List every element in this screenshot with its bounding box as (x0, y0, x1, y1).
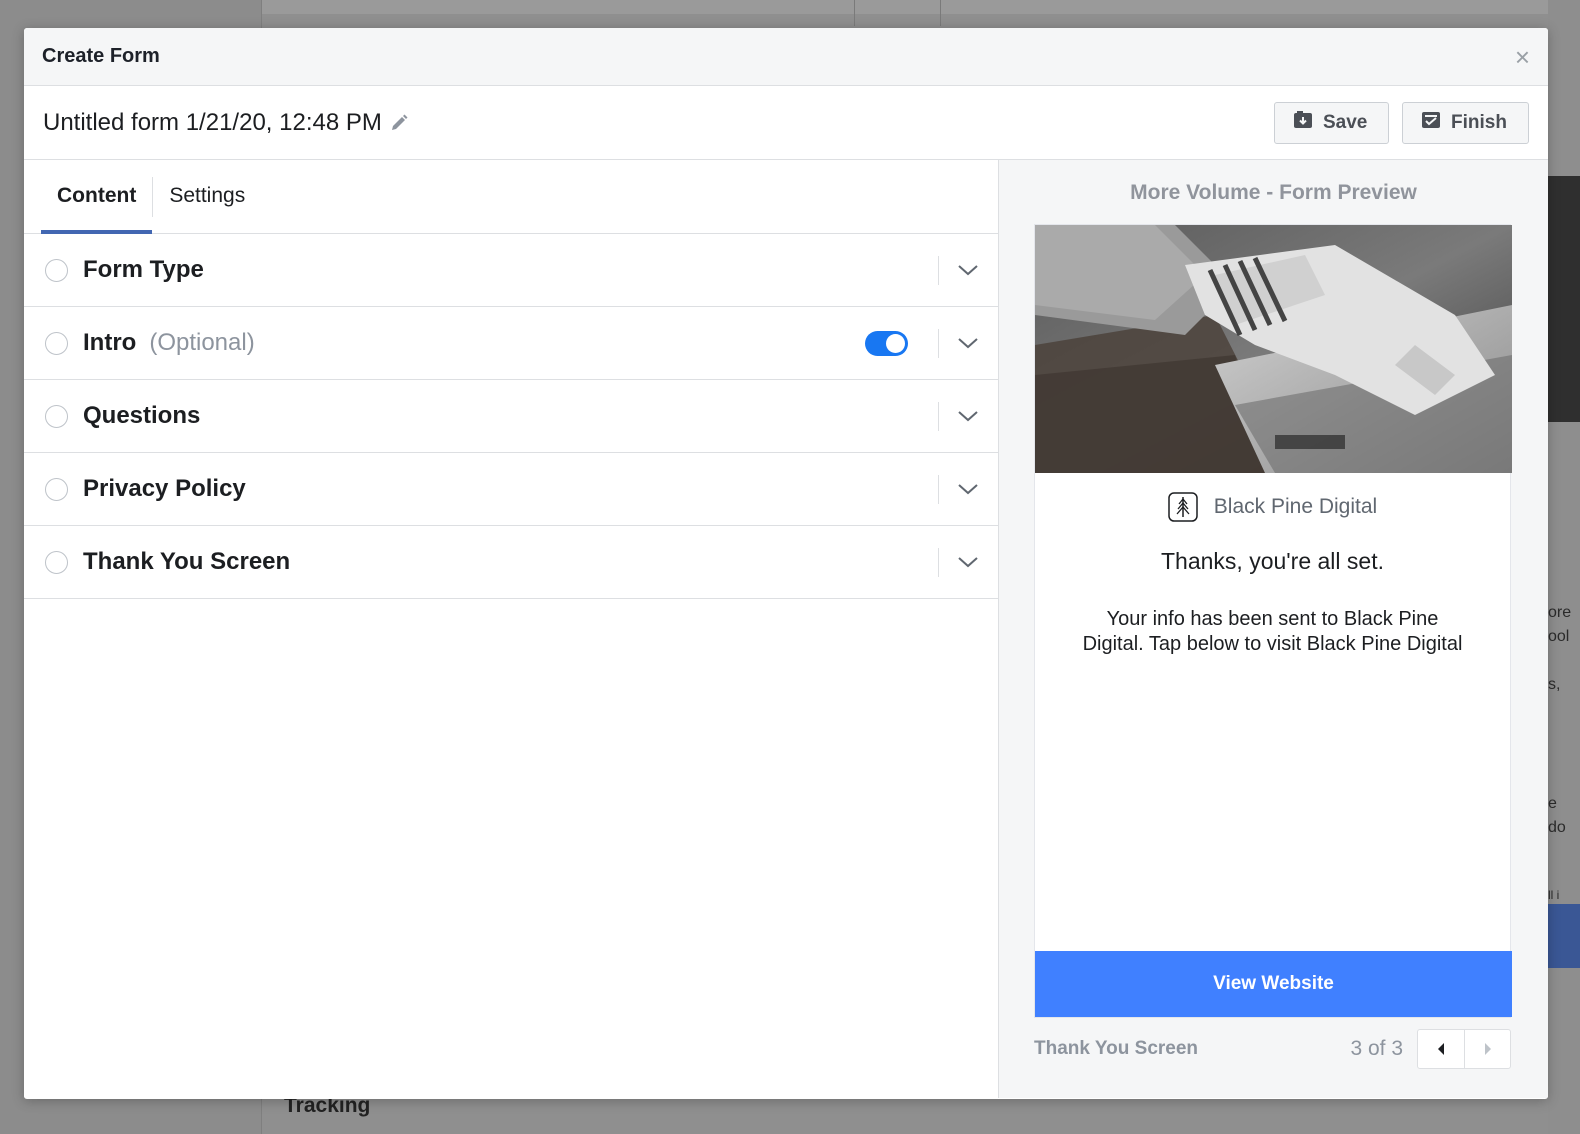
section-privacy-policy[interactable]: Privacy Policy (24, 453, 998, 526)
intro-toggle[interactable] (865, 330, 908, 356)
background-text-fragment: s, (1548, 676, 1561, 693)
section-status-radio[interactable] (45, 331, 68, 355)
form-name-container[interactable]: Untitled form 1/21/20, 12:48 PM (43, 109, 408, 137)
section-status-radio[interactable] (45, 550, 68, 574)
background-text-fragment: ll i (1548, 888, 1560, 902)
preview-phone: Black Pine Digital Thanks, you're all se… (1034, 224, 1512, 1018)
background-divider (940, 0, 941, 26)
dialog-body: Content Settings Form Type Intro (Option… (24, 160, 1548, 1098)
chevron-down-icon[interactable] (939, 555, 979, 569)
finish-button[interactable]: Finish (1402, 101, 1529, 144)
section-thank-you-screen[interactable]: Thank You Screen (24, 526, 998, 599)
toggle-knob (886, 333, 905, 353)
toolbar-buttons: Save Finish (1274, 101, 1529, 144)
arrow-right-icon[interactable] (1464, 1030, 1510, 1068)
pager-buttons (1417, 1029, 1511, 1069)
dialog-title: Create Form (42, 45, 160, 67)
section-label: Questions (83, 402, 201, 429)
pine-tree-icon (1168, 492, 1198, 522)
chevron-down-icon[interactable] (939, 263, 979, 277)
section-label: Privacy Policy (83, 475, 246, 502)
brand-row: Black Pine Digital (1035, 492, 1510, 522)
optional-label: (Optional) (149, 329, 255, 356)
section-form-type[interactable]: Form Type (24, 234, 998, 307)
dialog-header: Create Form × (24, 28, 1548, 86)
form-preview-panel: More Volume - Form Preview Black Pine Di… (999, 160, 1548, 1098)
save-button[interactable]: Save (1274, 101, 1389, 144)
tab-settings[interactable]: Settings (153, 159, 261, 233)
background-text-fragment: do (1548, 819, 1566, 836)
form-name[interactable]: Untitled form 1/21/20, 12:48 PM (43, 109, 382, 137)
brand-name: Black Pine Digital (1213, 495, 1378, 518)
page-count: 3 of 3 (1350, 1037, 1403, 1060)
preview-title: More Volume - Form Preview (1130, 181, 1417, 204)
section-status-radio[interactable] (45, 258, 68, 282)
background-thumbnail (1548, 176, 1580, 422)
chevron-down-icon[interactable] (939, 409, 979, 423)
close-icon[interactable]: × (1515, 44, 1530, 70)
section-label: Intro (83, 329, 137, 356)
finish-label: Finish (1451, 111, 1507, 133)
editor-tabs: Content Settings (24, 160, 998, 234)
finish-icon (1421, 110, 1441, 136)
thank-you-body: Your info has been sent to Black Pine Di… (1082, 608, 1463, 655)
save-label: Save (1323, 111, 1368, 133)
form-editor-panel: Content Settings Form Type Intro (Option… (24, 160, 999, 1098)
section-label: Form Type (83, 256, 204, 283)
background-text-fragment: e (1548, 795, 1557, 812)
preview-pager: Thank You Screen 3 of 3 (1034, 1028, 1511, 1070)
thank-you-heading: Thanks, you're all set. (1161, 548, 1384, 574)
form-toolbar: Untitled form 1/21/20, 12:48 PM Save Fin… (24, 86, 1548, 160)
background-button (1548, 904, 1580, 968)
current-screen-name: Thank You Screen (1034, 1038, 1199, 1059)
chevron-down-icon[interactable] (939, 482, 979, 496)
section-status-radio[interactable] (45, 404, 68, 428)
chevron-down-icon[interactable] (939, 336, 979, 350)
section-label: Thank You Screen (83, 548, 291, 575)
background-divider (854, 0, 855, 26)
hero-image (1035, 225, 1512, 473)
section-questions[interactable]: Questions (24, 380, 998, 453)
create-form-dialog: Create Form × Untitled form 1/21/20, 12:… (24, 28, 1548, 1099)
section-status-radio[interactable] (45, 477, 68, 501)
tab-content[interactable]: Content (41, 159, 153, 234)
pencil-icon[interactable] (390, 114, 408, 132)
arrow-left-icon[interactable] (1418, 1030, 1464, 1068)
background-text-fragment: ool (1548, 628, 1570, 645)
view-website-button[interactable]: View Website (1035, 951, 1512, 1017)
section-intro[interactable]: Intro (Optional) (24, 307, 998, 380)
background-top-bar (262, 0, 1580, 14)
background-text-fragment: ore (1548, 604, 1572, 621)
save-icon (1293, 110, 1313, 136)
